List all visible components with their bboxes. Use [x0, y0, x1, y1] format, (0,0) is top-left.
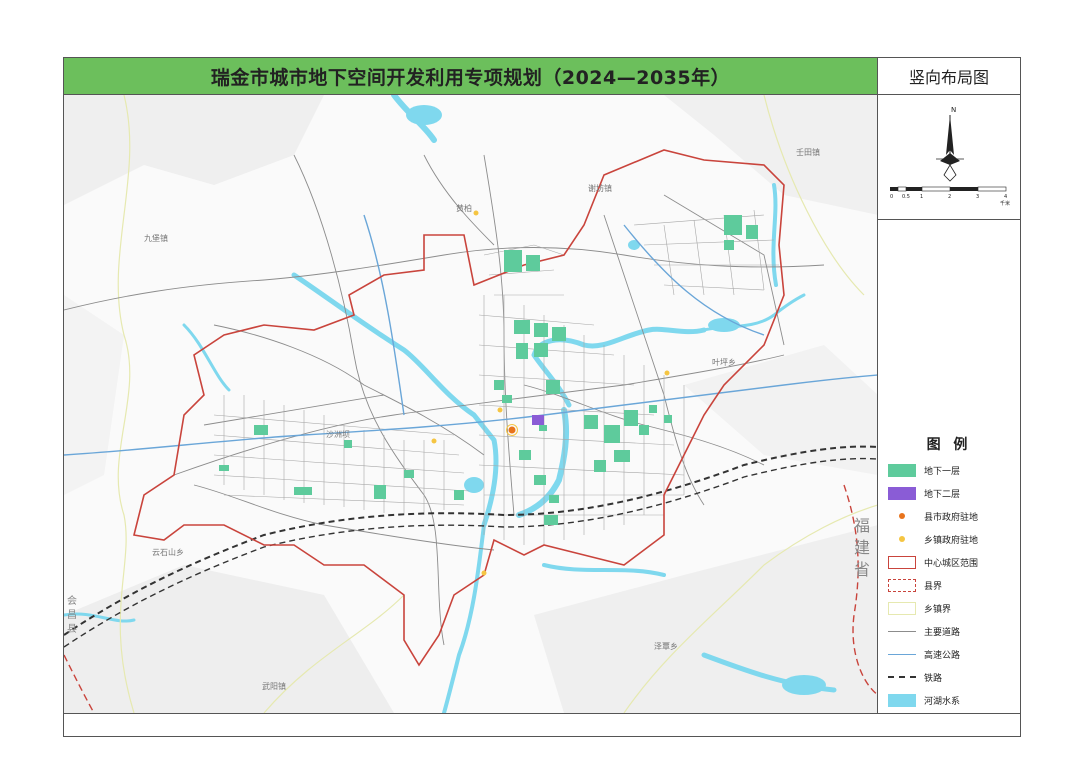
scale-tick: 4 — [1004, 194, 1007, 200]
legend-item: 地下二层 — [888, 485, 960, 501]
legend-swatch-icon — [888, 648, 916, 661]
legend-swatch-icon — [888, 533, 916, 546]
legend-item: 高速公路 — [888, 646, 960, 662]
legend-label: 中心城区范围 — [924, 558, 979, 569]
province-label-fujian: 福建省 — [854, 516, 871, 579]
legend-swatch-icon — [888, 601, 916, 615]
legend-swatch-icon — [888, 625, 916, 638]
map-label-shazhouba: 沙洲坝 — [326, 430, 350, 439]
legend-swatch-icon — [888, 486, 916, 500]
scale-tick: 1 — [920, 194, 923, 200]
north-letter: N — [951, 106, 956, 114]
scale-bar: 0 0.5 1 2 3 4 千米 — [890, 186, 1010, 207]
map-canvas[interactable]: 九堡镇 叶坪乡 黄柏 壬田镇 沙洲坝 云石山乡 武阳镇 泽覃乡 谢坊镇 福建省 … — [64, 95, 878, 713]
map-title: 瑞金市城市地下空间开发利用专项规划（2024—2035年） — [64, 58, 878, 95]
scale-tick: 3 — [976, 194, 979, 200]
map-label-wuyang: 武阳镇 — [262, 682, 286, 691]
underground-level-2 — [532, 415, 544, 425]
legend-panel: 图 例 地下一层地下二层县市政府驻地 乡镇政府驻地 中心城区范围 县界乡镇界主要道路高… — [878, 220, 1020, 713]
legend-label: 地下二层 — [924, 489, 961, 500]
legend-item: 铁路 — [888, 669, 942, 685]
legend-item: 主要道路 — [888, 623, 960, 639]
legend-swatch-icon — [888, 463, 916, 477]
map-label-zetan: 泽覃乡 — [654, 642, 678, 651]
map-label-huangbai: 黄柏 — [456, 204, 472, 213]
legend-label: 铁路 — [924, 673, 943, 684]
county-label-huichang: 会昌县 — [67, 596, 77, 635]
map-label-yunshishan: 云石山乡 — [152, 548, 184, 557]
scale-tick: 2 — [948, 194, 951, 200]
legend-item: 县市政府驻地 — [888, 508, 978, 524]
legend-swatch-icon — [888, 510, 916, 523]
legend-item: 中心城区范围 — [888, 554, 978, 570]
legend-swatch-icon — [888, 555, 916, 569]
legend-label: 县界 — [924, 581, 943, 592]
map-subtitle: 竖向布局图 — [878, 58, 1020, 95]
legend-label: 高速公路 — [924, 650, 961, 661]
legend-label: 乡镇政府驻地 — [924, 535, 979, 546]
scale-tick: 0.5 — [902, 194, 910, 200]
legend-label: 县市政府驻地 — [924, 512, 979, 523]
legend-label: 地下一层 — [924, 466, 961, 477]
map-label-yeping: 叶坪乡 — [712, 358, 736, 367]
footer-strip — [64, 713, 1020, 737]
legend-label: 河湖水系 — [924, 696, 961, 707]
county-seat-marker — [506, 424, 518, 436]
scale-unit: 千米 — [1000, 200, 1010, 207]
scale-tick: 0 — [890, 194, 893, 200]
legend-swatch-icon — [888, 671, 916, 684]
compass-panel: N 0 0.5 1 2 3 4 千米 — [878, 95, 1020, 220]
legend-item: 乡镇界 — [888, 600, 951, 616]
map-svg — [64, 95, 877, 713]
map-label-xiefang: 谢坊镇 — [588, 184, 612, 193]
map-label-rentian: 壬田镇 — [796, 148, 820, 157]
legend-item: 地下一层 — [888, 462, 960, 478]
legend-item: 县界 — [888, 577, 942, 593]
legend-item: 乡镇政府驻地 — [888, 531, 978, 547]
legend-label: 主要道路 — [924, 627, 961, 638]
legend-item: 河湖水系 — [888, 692, 960, 708]
legend-swatch-icon — [888, 578, 916, 592]
legend-label: 乡镇界 — [924, 604, 952, 615]
map-label-jiubao: 九堡镇 — [144, 234, 168, 243]
map-frame: 瑞金市城市地下空间开发利用专项规划（2024—2035年） 竖向布局图 九堡镇 … — [63, 57, 1021, 737]
legend-swatch-icon — [888, 693, 916, 707]
legend-title: 图 例 — [926, 437, 972, 453]
underground-level-1 — [219, 215, 758, 525]
